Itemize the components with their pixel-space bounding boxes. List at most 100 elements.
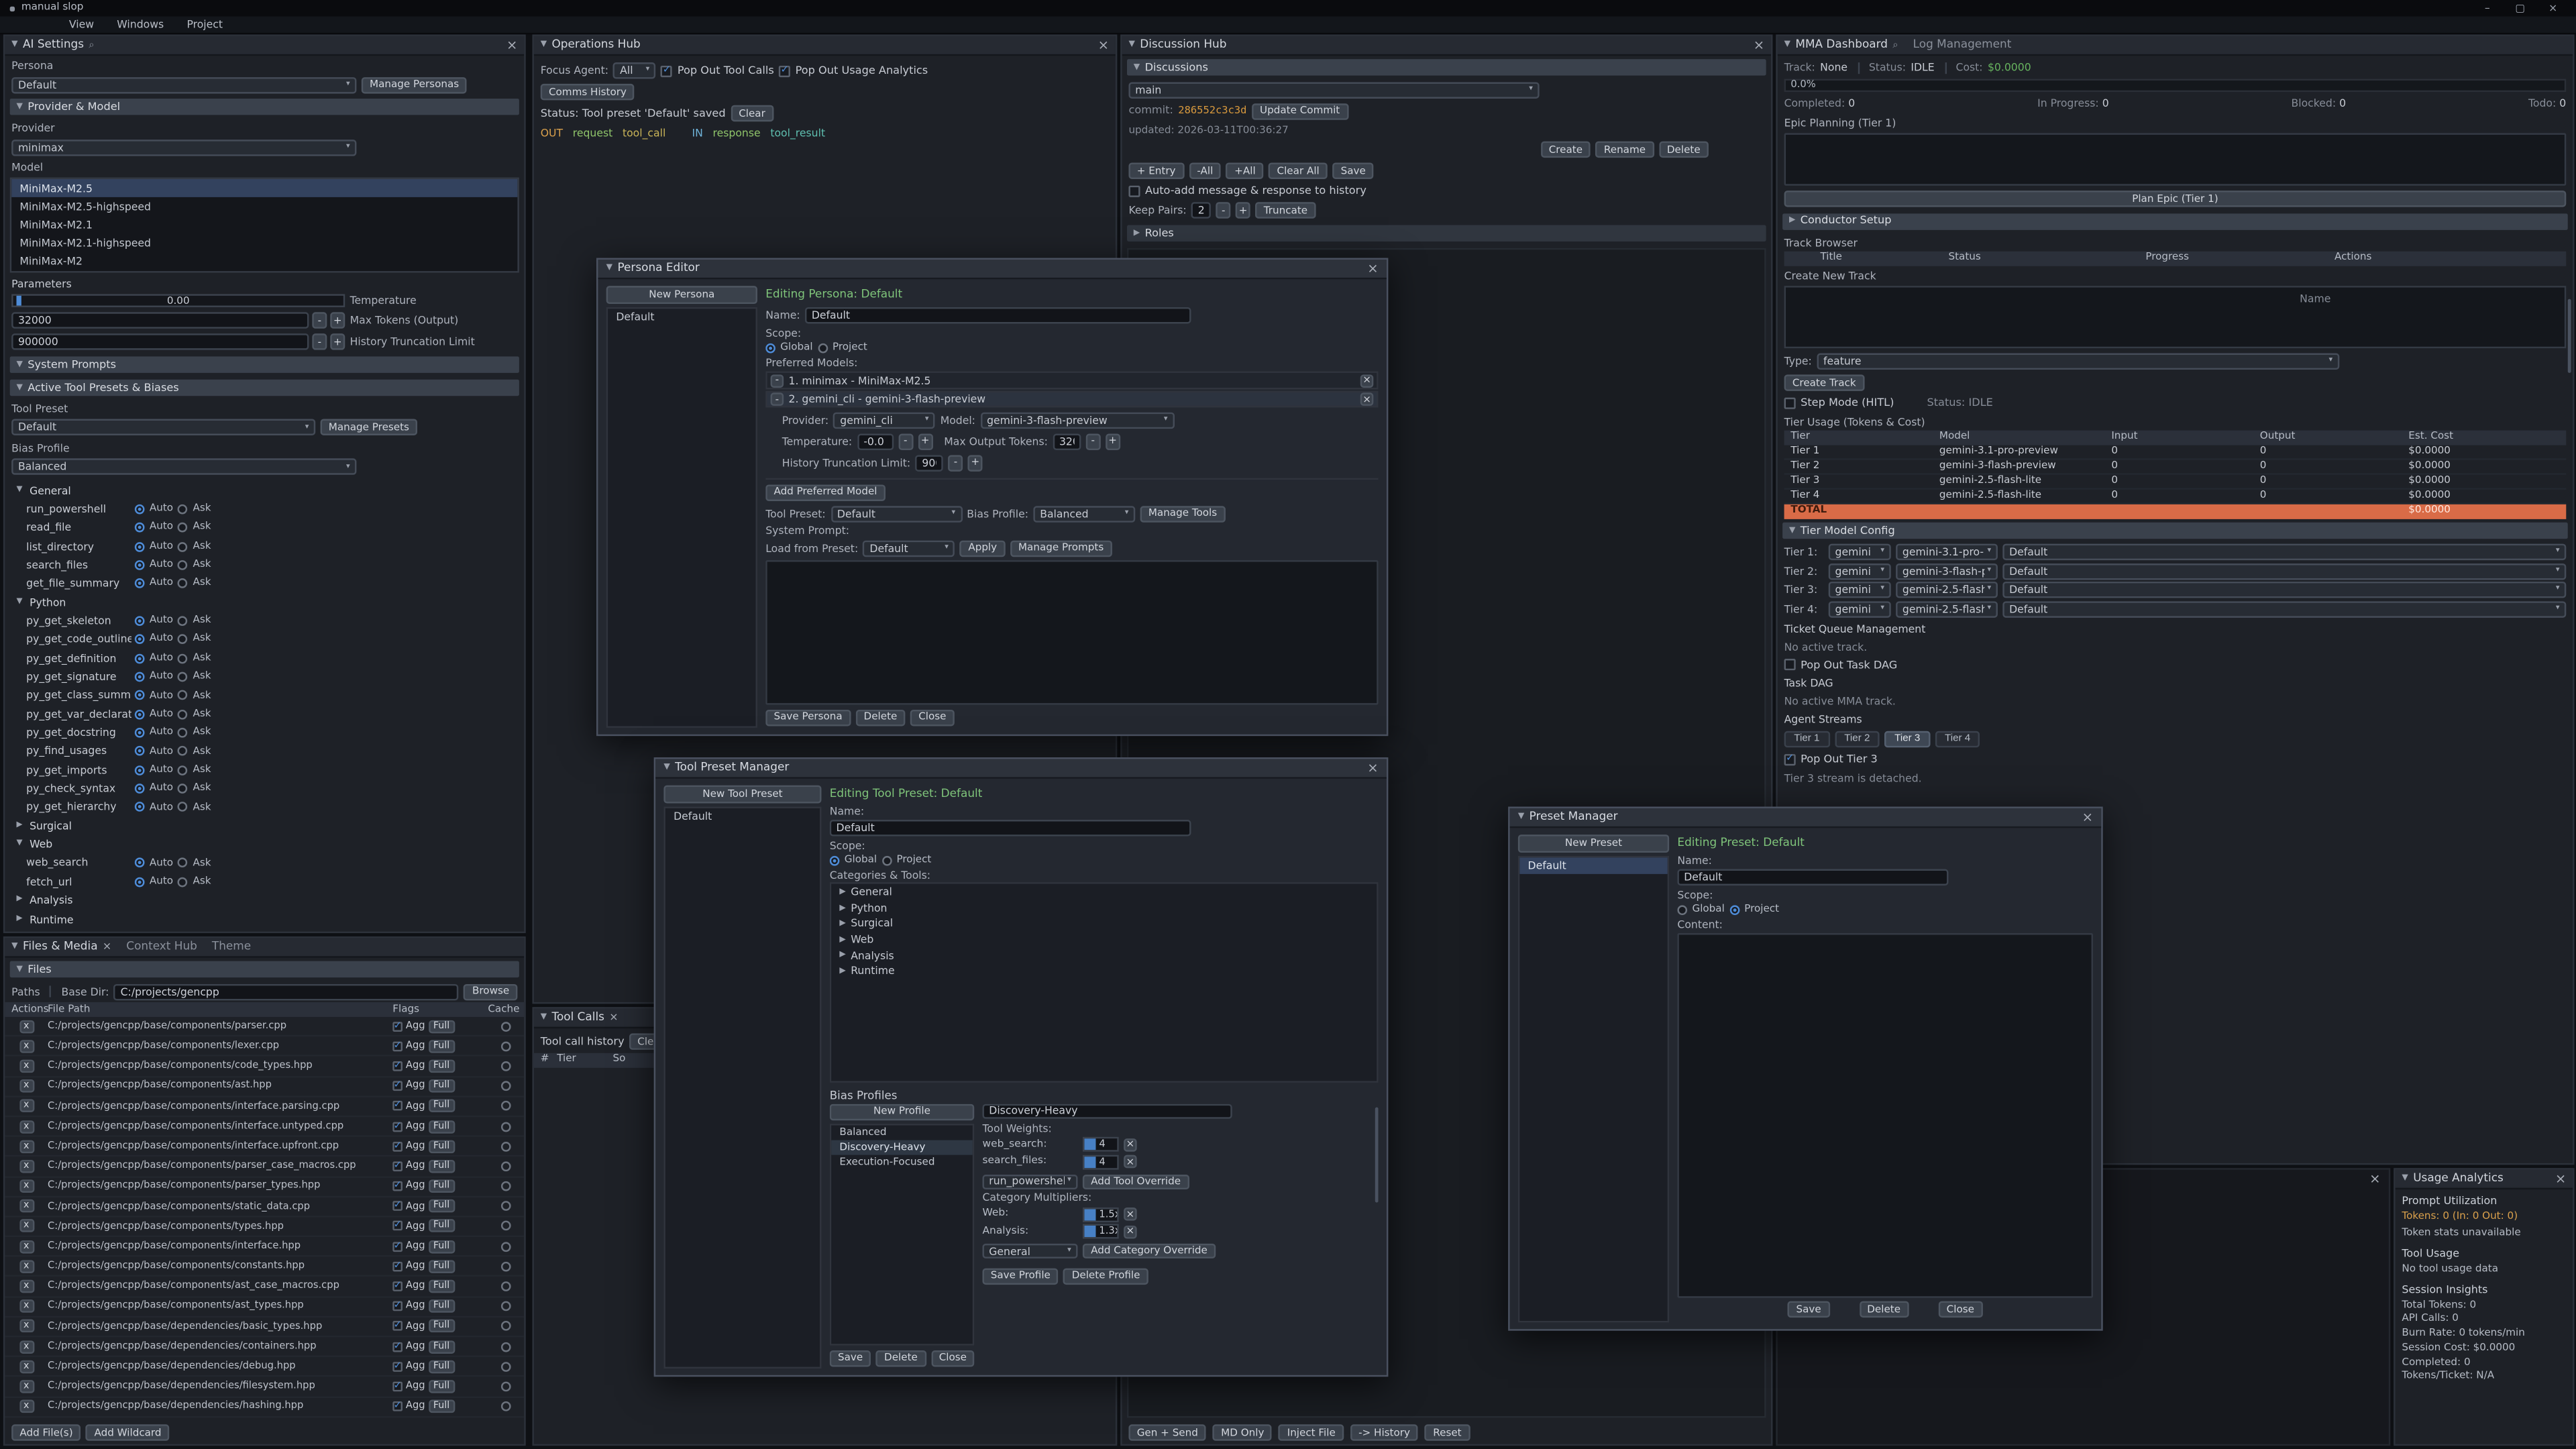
persona-select[interactable]: Default ▾ [11, 76, 356, 93]
chevron-down-icon[interactable]: ▼ [1784, 40, 1790, 50]
ask-radio[interactable] [178, 560, 188, 570]
preset-name-input[interactable] [1677, 869, 1948, 885]
remove-override-button[interactable]: × [1124, 1208, 1137, 1222]
clear-status-button[interactable]: Clear [731, 105, 773, 121]
remove-file-button[interactable]: x [19, 1099, 34, 1113]
manage-tools-button[interactable]: Manage Tools [1140, 506, 1226, 522]
comms-history-button[interactable]: Comms History [541, 84, 635, 100]
remove-file-button[interactable]: x [19, 1400, 34, 1413]
ask-radio[interactable] [178, 709, 188, 719]
tool-tree-row[interactable]: py_get_signature Auto Ask [5, 667, 524, 686]
load-from-preset-select[interactable]: Default ▾ [863, 540, 955, 556]
auto-radio[interactable] [135, 709, 145, 719]
ask-radio[interactable] [178, 784, 188, 794]
discussion-branch-select[interactable]: main ▾ [1128, 81, 1539, 97]
tier-model-select[interactable]: gemini-3-flash-preview ▾ [1896, 563, 1998, 579]
cache-indicator[interactable] [501, 1061, 511, 1071]
tool-tree-row[interactable]: search_files Auto Ask [5, 556, 524, 575]
tool-tree-row[interactable]: get_file_summary Auto Ask [5, 574, 524, 593]
tool-preset-list-item[interactable]: Default [665, 808, 820, 824]
category-row[interactable]: ▶ Analysis [831, 947, 1377, 963]
drag-handle[interactable]: - [771, 374, 784, 387]
track-name-input[interactable]: Name [1784, 286, 2567, 348]
model-list-item[interactable]: MiniMax-M2.5 [11, 179, 517, 197]
auto-radio[interactable] [135, 523, 145, 533]
remove-file-button[interactable]: x [19, 1060, 34, 1073]
remove-override-button[interactable]: × [1124, 1156, 1137, 1169]
delete-button[interactable]: Delete [1859, 1301, 1909, 1318]
history-limit-input[interactable] [11, 334, 309, 350]
full-button[interactable]: Full [429, 1180, 455, 1193]
remove-model-button[interactable]: × [1360, 393, 1374, 407]
add-tool-override-button[interactable]: Add Tool Override [1083, 1175, 1189, 1189]
full-button[interactable]: Full [429, 1199, 455, 1213]
tab-theme[interactable]: Theme [212, 940, 251, 954]
ask-radio[interactable] [178, 579, 188, 589]
tier-model-select[interactable]: gemini-2.5-flash-lite ▾ [1896, 601, 1998, 617]
weight-input[interactable]: 4 [1083, 1138, 1119, 1152]
tier-preset-select[interactable]: Default ▾ [2002, 582, 2566, 598]
model-list-item[interactable]: MiniMax-M2.5-highspeed [11, 197, 517, 215]
remove-file-button[interactable]: x [19, 1180, 34, 1193]
agg-checkbox[interactable]: ✓ [392, 1261, 402, 1271]
auto-radio[interactable] [135, 616, 145, 626]
full-button[interactable]: Full [429, 1340, 455, 1353]
increment-button[interactable]: + [330, 334, 345, 350]
temperature-slider[interactable]: 0.00 [11, 294, 345, 308]
stream-tab[interactable]: Tier 3 [1884, 731, 1930, 747]
chevron-down-icon[interactable]: ▼ [541, 1012, 547, 1022]
agg-checkbox[interactable]: ✓ [392, 1201, 402, 1212]
decrement-button[interactable]: - [898, 433, 913, 449]
save-profile-button[interactable]: Save Profile [982, 1268, 1059, 1284]
ask-radio[interactable] [178, 877, 188, 887]
increment-button[interactable]: + [918, 433, 932, 449]
remove-file-button[interactable]: x [19, 1260, 34, 1273]
remove-file-button[interactable]: x [19, 1040, 34, 1053]
persona-list-item[interactable]: Default [608, 309, 755, 325]
agg-checkbox[interactable]: ✓ [392, 1021, 402, 1031]
tool-override-select[interactable]: run_powershell ▾ [982, 1175, 1077, 1189]
auto-radio[interactable] [135, 653, 145, 663]
multiplier-input[interactable]: 1.3x [1083, 1224, 1119, 1239]
auto-radio[interactable] [135, 802, 145, 812]
close-icon[interactable]: × [1098, 39, 1109, 52]
cache-indicator[interactable] [501, 1161, 511, 1171]
ask-radio[interactable] [178, 765, 188, 775]
remove-file-button[interactable]: x [19, 1199, 34, 1213]
ask-radio[interactable] [178, 747, 188, 757]
remove-file-button[interactable]: x [19, 1320, 34, 1334]
cache-indicator[interactable] [501, 1281, 511, 1291]
expand-all-button[interactable]: +All [1226, 163, 1264, 179]
agg-checkbox[interactable]: ✓ [392, 1281, 402, 1291]
decrement-button[interactable]: - [312, 334, 327, 350]
save-discussion-button[interactable]: Save [1332, 163, 1374, 179]
ask-radio[interactable] [178, 802, 188, 812]
full-button[interactable]: Full [429, 1280, 455, 1293]
ask-radio[interactable] [178, 635, 188, 645]
cache-indicator[interactable] [501, 1041, 511, 1051]
cache-indicator[interactable] [501, 1141, 511, 1151]
cache-indicator[interactable] [501, 1122, 511, 1132]
maximize-button[interactable]: ▢ [2507, 1, 2533, 15]
new-profile-button[interactable]: New Profile [830, 1104, 975, 1120]
auto-radio[interactable] [135, 635, 145, 645]
close-button[interactable]: Close [930, 1350, 975, 1366]
preset-content-textarea[interactable] [1677, 934, 2093, 1297]
agg-checkbox[interactable]: ✓ [392, 1301, 402, 1311]
keep-pairs-input[interactable] [1191, 203, 1211, 219]
full-button[interactable]: Full [429, 1140, 455, 1153]
tool-tree-row[interactable]: ▼ Web Auto Ask [5, 835, 524, 854]
category-row[interactable]: ▶ Surgical [831, 916, 1377, 931]
model-list-item[interactable]: MiniMax-M2.1 [11, 216, 517, 234]
chevron-down-icon[interactable]: ▼ [1128, 40, 1134, 50]
history-truncation-input[interactable] [915, 455, 943, 471]
collapse-all-button[interactable]: -All [1189, 163, 1221, 179]
tab-context-hub[interactable]: Context Hub [126, 940, 197, 954]
footer-action-button[interactable]: Gen + Send [1128, 1424, 1206, 1440]
delete-discussion-button[interactable]: Delete [1659, 142, 1709, 158]
close-icon[interactable]: × [1367, 761, 1378, 775]
increment-button[interactable]: + [1106, 433, 1120, 449]
remove-override-button[interactable]: × [1124, 1138, 1137, 1152]
cache-indicator[interactable] [501, 1342, 511, 1352]
tier-preset-select[interactable]: Default ▾ [2002, 544, 2566, 560]
